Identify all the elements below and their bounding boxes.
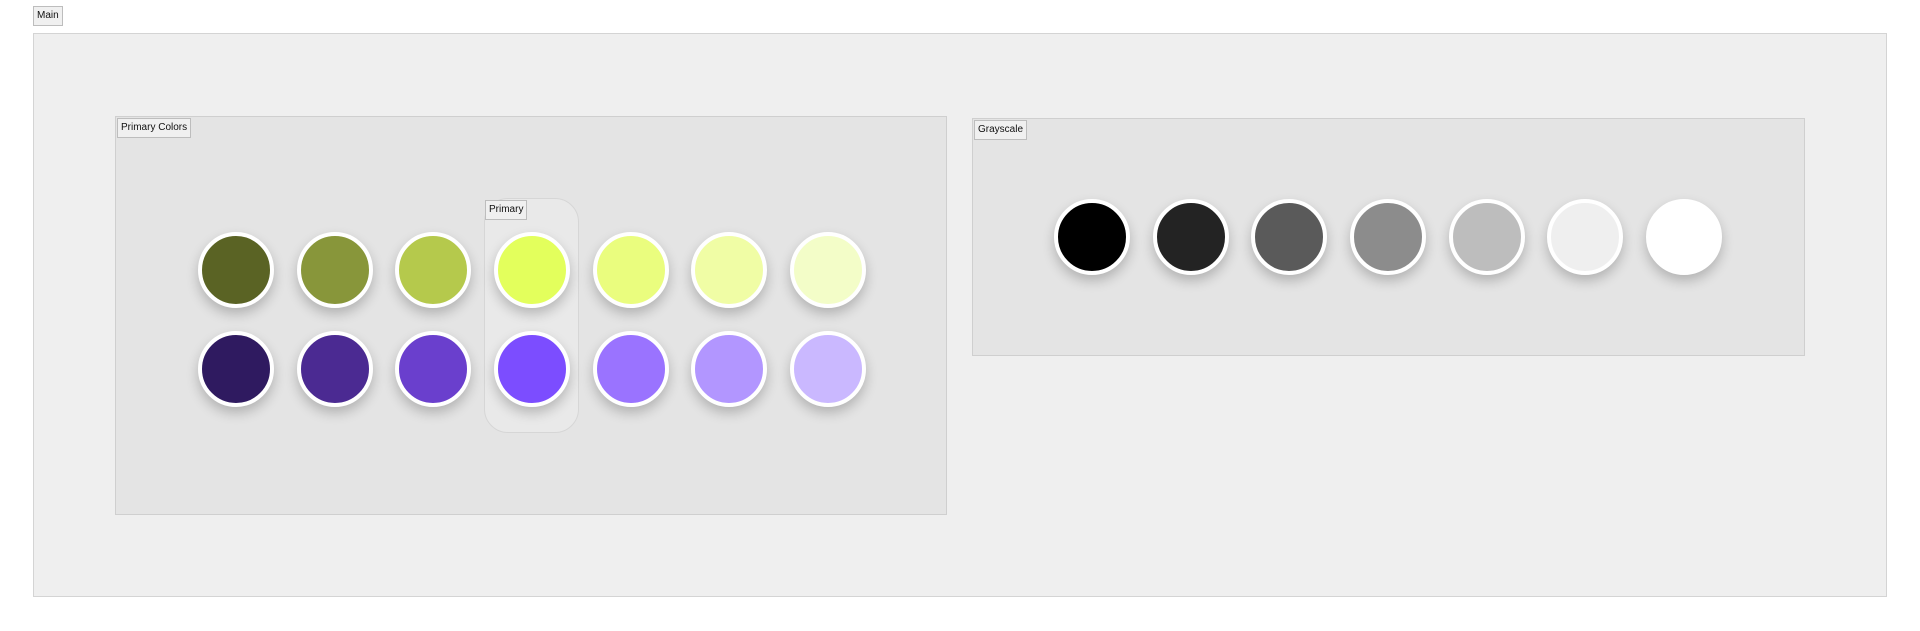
swatch-gray-500[interactable]: [1350, 199, 1426, 275]
grayscale-label: Grayscale: [974, 120, 1028, 140]
swatch-olive-900[interactable]: [198, 232, 274, 308]
swatch-violet-600[interactable]: [395, 331, 471, 407]
swatch-lime-100[interactable]: [790, 232, 866, 308]
primary-colors-label: Primary Colors: [117, 118, 192, 138]
swatch-violet-700[interactable]: [297, 331, 373, 407]
swatch-lime-300[interactable]: [593, 232, 669, 308]
swatch-violet-primary[interactable]: [494, 331, 570, 407]
swatch-gray-900[interactable]: [1153, 199, 1229, 275]
swatch-black[interactable]: [1054, 199, 1130, 275]
swatch-lime-600[interactable]: [395, 232, 471, 308]
swatch-lime-primary[interactable]: [494, 232, 570, 308]
swatch-white[interactable]: [1646, 199, 1722, 275]
primary-group-label: Primary: [485, 200, 528, 220]
main-label: Main: [33, 6, 63, 26]
swatch-gray-300[interactable]: [1449, 199, 1525, 275]
swatch-violet-300[interactable]: [593, 331, 669, 407]
swatch-violet-900[interactable]: [198, 331, 274, 407]
swatch-olive-700[interactable]: [297, 232, 373, 308]
swatch-lime-200[interactable]: [691, 232, 767, 308]
swatch-gray-100[interactable]: [1547, 199, 1623, 275]
swatch-gray-700[interactable]: [1251, 199, 1327, 275]
swatch-violet-100[interactable]: [790, 331, 866, 407]
swatch-violet-200[interactable]: [691, 331, 767, 407]
